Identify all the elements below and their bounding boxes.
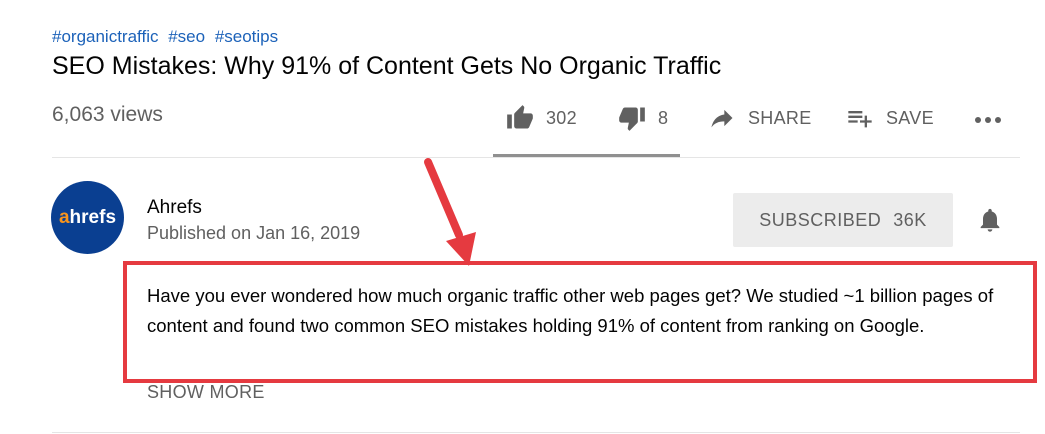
like-count: 302 bbox=[546, 107, 577, 128]
annotation-highlight-box bbox=[123, 261, 1037, 383]
subscribe-label: SUBSCRIBED bbox=[759, 209, 882, 230]
hashtag-link[interactable]: #seotips bbox=[215, 27, 278, 46]
thumbs-down-icon bbox=[618, 104, 646, 132]
channel-name[interactable]: Ahrefs bbox=[147, 197, 202, 219]
hashtag-link[interactable]: #seo bbox=[168, 27, 205, 46]
dislike-count: 8 bbox=[658, 107, 669, 128]
save-label: SAVE bbox=[886, 107, 934, 128]
like-button[interactable]: 302 bbox=[506, 103, 577, 133]
video-title: SEO Mistakes: Why 91% of Content Gets No… bbox=[52, 52, 722, 80]
hashtags: #organictraffic #seo #seotips bbox=[52, 27, 283, 47]
bell-icon[interactable] bbox=[976, 204, 1004, 241]
share-button[interactable]: SHARE bbox=[708, 103, 812, 133]
avatar-logo-accent: a bbox=[58, 206, 70, 228]
share-icon bbox=[708, 104, 736, 132]
show-more-button[interactable]: SHOW MORE bbox=[147, 382, 265, 403]
hashtag-link[interactable]: #organictraffic bbox=[52, 27, 158, 46]
view-count: 6,063 views bbox=[52, 103, 163, 126]
avatar-logo-text: hrefs bbox=[69, 206, 117, 228]
more-icon bbox=[972, 104, 1004, 132]
channel-avatar[interactable]: a hrefs bbox=[51, 181, 124, 254]
subscribe-button[interactable]: SUBSCRIBED 36K bbox=[733, 193, 953, 247]
divider bbox=[52, 432, 1020, 433]
more-actions-button[interactable] bbox=[972, 103, 1004, 133]
subscriber-count: 36K bbox=[893, 209, 927, 230]
thumbs-up-icon bbox=[506, 104, 534, 132]
publish-date: Published on Jan 16, 2019 bbox=[147, 223, 361, 243]
playlist-add-icon bbox=[846, 104, 874, 132]
save-button[interactable]: SAVE bbox=[846, 103, 934, 133]
divider bbox=[52, 157, 1020, 158]
dislike-button[interactable]: 8 bbox=[618, 103, 668, 133]
share-label: SHARE bbox=[748, 107, 812, 128]
